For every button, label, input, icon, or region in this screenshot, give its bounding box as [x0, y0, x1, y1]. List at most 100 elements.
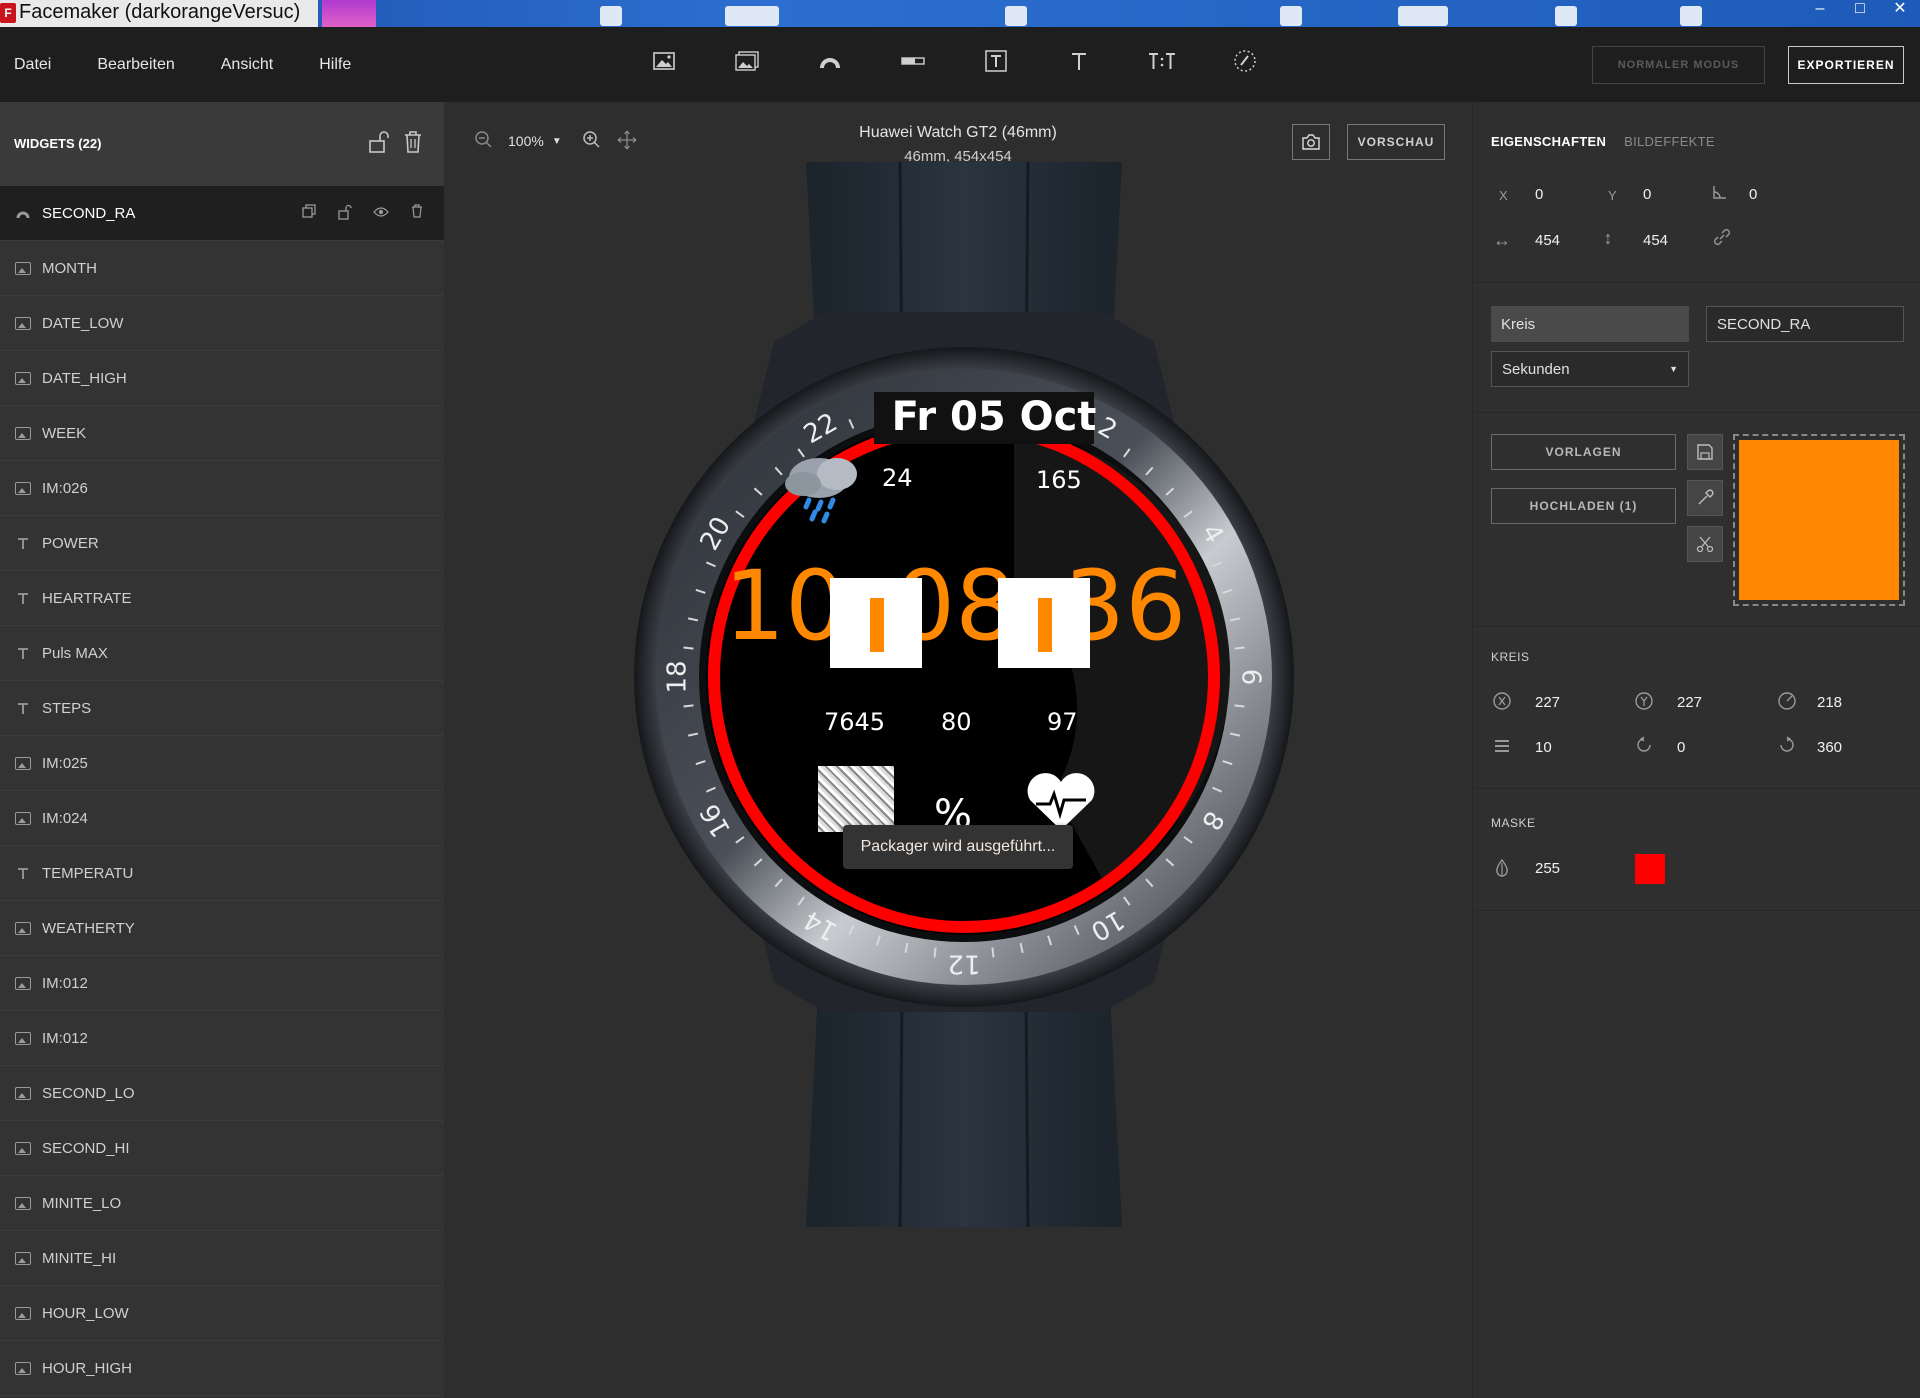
unlock-icon[interactable] — [366, 130, 392, 156]
layer-item[interactable]: TEMPERATU — [0, 846, 444, 901]
text-icon[interactable] — [1065, 47, 1093, 75]
bottom-strap — [806, 992, 1122, 1227]
image-stack-icon[interactable] — [733, 47, 761, 75]
text-time-icon[interactable] — [1148, 47, 1176, 75]
menu-edit[interactable]: Bearbeiten — [97, 56, 174, 74]
thickness-value[interactable]: 10 — [1535, 739, 1552, 756]
layer-item[interactable]: WEEK — [0, 406, 444, 461]
height-value[interactable]: 454 — [1643, 232, 1668, 249]
angle-value[interactable]: 0 — [1749, 186, 1757, 203]
scissors-icon[interactable] — [1687, 526, 1723, 562]
widget-toolbar — [650, 47, 1314, 75]
upload-button[interactable]: HOCHLADEN (1) — [1491, 488, 1676, 524]
window-controls: – □ ✕ — [1800, 0, 1920, 27]
layer-name: MINITE_HI — [42, 1249, 117, 1267]
layer-item[interactable]: DATE_HIGH — [0, 351, 444, 406]
layer-item[interactable]: HEARTRATE — [0, 571, 444, 626]
menu-help[interactable]: Hilfe — [319, 56, 351, 74]
widgets-panel: WIDGETS (22) SECOND_RA MONTH DATE_LOW DA… — [0, 102, 444, 1398]
image-icon — [15, 1196, 31, 1210]
layer-item[interactable]: IM:012 — [0, 1011, 444, 1066]
layer-item[interactable]: SECOND_HI — [0, 1121, 444, 1176]
text-box-icon[interactable] — [982, 47, 1010, 75]
image-icon — [15, 811, 31, 825]
bezel-number: 18 — [663, 660, 693, 693]
normal-mode-button[interactable]: NORMALER MODUS — [1592, 46, 1765, 84]
trash-icon[interactable] — [400, 130, 426, 156]
mask-color-swatch[interactable] — [1635, 854, 1665, 884]
export-button[interactable]: EXPORTIEREN — [1788, 46, 1904, 84]
end-angle-value[interactable]: 360 — [1817, 739, 1842, 756]
arc-icon[interactable] — [816, 47, 844, 75]
start-angle-value[interactable]: 0 — [1677, 739, 1685, 756]
templates-button[interactable]: VORLAGEN — [1491, 434, 1676, 470]
width-value[interactable]: 454 — [1535, 232, 1560, 249]
layer-name: HOUR_HIGH — [42, 1359, 133, 1377]
thickness-icon — [1491, 738, 1513, 759]
tab-properties[interactable]: EIGENSCHAFTEN — [1491, 134, 1606, 149]
mask-alpha-value[interactable]: 255 — [1535, 860, 1560, 877]
weather-rain-icon — [779, 450, 869, 534]
taskbar-app-icon — [322, 0, 376, 27]
x-value[interactable]: 0 — [1535, 186, 1543, 203]
opacity-drop-icon — [1491, 858, 1513, 883]
duplicate-icon[interactable] — [300, 204, 318, 222]
eyedropper-icon[interactable] — [1687, 480, 1723, 516]
temperature-text: 24 — [882, 464, 913, 492]
circle-section-title: KREIS — [1491, 650, 1530, 664]
minimize-button[interactable]: – — [1800, 0, 1840, 27]
close-button[interactable]: ✕ — [1880, 0, 1920, 27]
menu-file[interactable]: Datei — [14, 56, 51, 74]
layer-item[interactable]: IM:012 — [0, 956, 444, 1011]
layer-item[interactable]: IM:025 — [0, 736, 444, 791]
layer-item[interactable]: HOUR_LOW — [0, 1286, 444, 1341]
tab-image-effects[interactable]: BILDEFFEKTE — [1624, 134, 1715, 149]
section-divider — [1473, 626, 1920, 627]
y-value[interactable]: 0 — [1643, 186, 1651, 203]
layer-item[interactable]: SECOND_LO — [0, 1066, 444, 1121]
design-canvas[interactable]: 100% ▼ Huawei Watch GT2 (46mm) 46mm, 454… — [444, 102, 1472, 1398]
mask-section-title: MASKE — [1491, 816, 1536, 830]
screenshot-button[interactable] — [1292, 124, 1330, 160]
unlock-icon[interactable] — [336, 204, 354, 222]
layer-item[interactable]: MINITE_LO — [0, 1176, 444, 1231]
layer-item[interactable]: IM:024 — [0, 791, 444, 846]
hand-icon[interactable] — [1231, 47, 1259, 75]
layer-name: Puls MAX — [42, 644, 108, 662]
desktop-shortcut-icon — [600, 6, 622, 26]
visibility-eye-icon[interactable] — [372, 204, 390, 222]
layer-item[interactable]: SECOND_RA — [0, 186, 444, 241]
properties-tabs: EIGENSCHAFTEN BILDEFFEKTE — [1491, 134, 1733, 149]
y-label: Y — [1608, 188, 1617, 203]
link-icon[interactable] — [1711, 226, 1733, 253]
preview-button[interactable]: VORSCHAU — [1347, 124, 1445, 160]
save-icon[interactable] — [1687, 434, 1723, 470]
progress-bar-icon[interactable] — [899, 47, 927, 75]
layer-item[interactable]: IM:026 — [0, 461, 444, 516]
circle-y-value[interactable]: 227 — [1677, 694, 1702, 711]
radius-value[interactable]: 218 — [1817, 694, 1842, 711]
layer-item[interactable]: Puls MAX — [0, 626, 444, 681]
shape-type-field[interactable]: Kreis — [1491, 306, 1689, 342]
widget-name-input[interactable]: SECOND_RA — [1706, 306, 1904, 342]
bezel-tick — [683, 704, 694, 708]
start-angle-icon — [1633, 736, 1655, 759]
menu-view[interactable]: Ansicht — [221, 56, 273, 74]
source-select[interactable]: Sekunden ▼ — [1491, 351, 1689, 387]
layer-name: DATE_LOW — [42, 314, 124, 332]
layer-name: HEARTRATE — [42, 589, 132, 607]
layer-item[interactable]: STEPS — [0, 681, 444, 736]
layer-item[interactable]: MONTH — [0, 241, 444, 296]
layer-item[interactable]: MINITE_HI — [0, 1231, 444, 1286]
layer-item[interactable]: DATE_LOW — [0, 296, 444, 351]
layer-item[interactable]: HOUR_HIGH — [0, 1341, 444, 1396]
circle-x-value[interactable]: 227 — [1535, 694, 1560, 711]
trash-icon[interactable] — [408, 204, 426, 222]
maximize-button[interactable]: □ — [1840, 0, 1880, 27]
color-preview[interactable] — [1733, 434, 1905, 606]
image-icon[interactable] — [650, 47, 678, 75]
layer-item[interactable]: WEATHERTY — [0, 901, 444, 956]
layer-item[interactable]: POWER — [0, 516, 444, 571]
layer-name: IM:026 — [42, 479, 88, 497]
chevron-down-icon: ▼ — [1669, 364, 1678, 374]
